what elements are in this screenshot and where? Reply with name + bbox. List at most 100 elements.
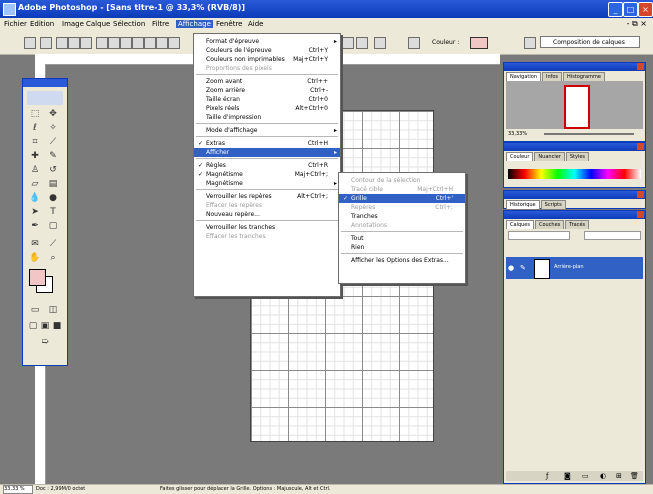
workspace-dropdown[interactable]: Composition de calques — [540, 36, 640, 48]
menu-item-afficher-les-options-des-extras[interactable]: Afficher les Options des Extras... — [339, 256, 465, 265]
menu-item-extras[interactable]: ✓ Extras Ctrl+H — [194, 139, 340, 148]
maximize-button[interactable]: □ — [623, 2, 638, 17]
crop-tool-icon[interactable]: ⌗ — [27, 137, 43, 147]
blur-tool-icon[interactable]: 💧 — [27, 193, 43, 203]
trash-icon[interactable]: 🗑 — [630, 472, 639, 480]
pen-tool-icon[interactable]: ✒ — [27, 221, 43, 231]
transform-controls-icon[interactable] — [342, 37, 354, 49]
color-panel-caption[interactable] — [504, 143, 645, 151]
tab-infos[interactable]: Infos — [541, 72, 563, 81]
menu-item-nouveau-repere[interactable]: Nouveau repère... — [194, 210, 340, 219]
menu-item-tout[interactable]: Tout — [339, 234, 465, 243]
type-tool-icon[interactable]: T — [45, 207, 61, 217]
menu-fenetre[interactable]: Fenêtre — [216, 20, 242, 28]
zoom-tool-icon[interactable]: ⌕ — [45, 253, 61, 263]
path-selection-tool-icon[interactable]: ➤ — [27, 207, 43, 217]
close-icon[interactable] — [637, 63, 644, 70]
quick-mask-mode-icon[interactable]: ◫ — [45, 305, 61, 315]
menu-item-proportions-des-pixels[interactable]: Proportions des pixels — [194, 64, 340, 73]
menu-item-verrouiller-les-reperes[interactable]: Verrouiller les repères Alt+Ctrl+; — [194, 192, 340, 201]
menu-item-effacer-les-reperes[interactable]: Effacer les repères — [194, 201, 340, 210]
menu-item-reperes[interactable]: Repères Ctrl+; — [339, 203, 465, 212]
new-set-icon[interactable]: ▭ — [582, 472, 589, 480]
tab-calques[interactable]: Calques — [506, 220, 534, 229]
tab-styles[interactable]: Styles — [565, 152, 590, 161]
notes-tool-icon[interactable]: ✉ — [27, 239, 43, 249]
navigator-preview[interactable] — [506, 81, 643, 129]
align-right-icon[interactable] — [80, 37, 92, 49]
fill-color-swatch[interactable] — [470, 37, 488, 49]
tab-scripts[interactable]: Scripts — [540, 200, 566, 209]
close-icon[interactable] — [637, 143, 644, 150]
menu-item-taille-ecran[interactable]: Taille écran Ctrl+0 — [194, 95, 340, 104]
tab-histogramme[interactable]: Histogramme — [563, 72, 605, 81]
menu-filtre[interactable]: Filtre — [152, 20, 169, 28]
distribute-middle-icon[interactable] — [108, 37, 120, 49]
menu-item-zoom-arriere[interactable]: Zoom arrière Ctrl+- — [194, 86, 340, 95]
move-tool-preset-icon[interactable] — [24, 37, 36, 49]
eraser-tool-icon[interactable]: ▱ — [27, 179, 43, 189]
clone-stamp-tool-icon[interactable]: ♙ — [27, 165, 43, 175]
distribute-left-icon[interactable] — [132, 37, 144, 49]
layer-mask-icon[interactable]: ◙ — [564, 472, 571, 480]
distribute-center-icon[interactable] — [144, 37, 156, 49]
magic-wand-tool-icon[interactable]: ✧ — [45, 123, 61, 133]
tab-nuancier[interactable]: Nuancier — [534, 152, 565, 161]
layer-style-icon[interactable]: ƒ — [546, 472, 548, 480]
align-left-icon[interactable] — [56, 37, 68, 49]
menu-item-contour-de-la-selection[interactable]: Contour de la sélection — [339, 176, 465, 185]
adjustment-layer-icon[interactable]: ◐ — [600, 472, 606, 480]
layers-panel-caption[interactable] — [504, 211, 645, 219]
distribute-right-icon[interactable] — [156, 37, 168, 49]
menu-item-format-d-epreuve[interactable]: Format d'épreuve ▸ — [194, 37, 340, 46]
navigator-panel-caption[interactable] — [504, 63, 645, 71]
menu-item-pixels-reels[interactable]: Pixels réels Alt+Ctrl+0 — [194, 104, 340, 113]
full-screen-mode-icon[interactable]: ■ — [49, 321, 65, 331]
menu-item-magnetisme[interactable]: Magnétisme ▸ — [194, 179, 340, 188]
menu-item-afficher[interactable]: Afficher ▸ — [194, 148, 340, 157]
lock-options[interactable] — [508, 242, 638, 249]
foreground-color-swatch[interactable] — [29, 269, 46, 286]
menu-calque[interactable]: Calque — [86, 20, 110, 28]
jump-to-imageready-icon[interactable]: ➯ — [27, 337, 63, 347]
menu-item-grille[interactable]: ✓ Grille Ctrl+' — [339, 194, 465, 203]
standard-mode-icon[interactable]: ▭ — [27, 305, 43, 315]
menu-image[interactable]: Image — [62, 20, 84, 28]
minimize-button[interactable]: _ — [608, 2, 623, 17]
menu-edition[interactable]: Edition — [30, 20, 54, 28]
tab-couleur[interactable]: Couleur — [506, 152, 534, 161]
style-icon[interactable] — [374, 37, 386, 49]
file-browser-icon[interactable] — [524, 37, 536, 49]
distribute-bottom-icon[interactable] — [120, 37, 132, 49]
menu-aide[interactable]: Aide — [248, 20, 263, 28]
distribute-top-icon[interactable] — [96, 37, 108, 49]
doc-window-controls[interactable]: - ⧉ × — [627, 19, 647, 29]
tab-couches[interactable]: Couches — [534, 220, 565, 229]
adobe-online-logo-icon[interactable] — [27, 91, 63, 105]
eyedropper-tool-icon[interactable]: ⟋ — [45, 239, 61, 249]
menu-item-effacer-les-tranches[interactable]: Effacer les tranches — [194, 232, 340, 241]
close-button[interactable]: × — [638, 2, 653, 17]
move-tool-icon[interactable]: ✥ — [45, 109, 61, 119]
navigator-zoom-value[interactable]: 33,33% — [508, 131, 527, 137]
menu-item-trace-cible[interactable]: Tracé cible Maj+Ctrl+H — [339, 185, 465, 194]
photoshop-app-icon[interactable] — [3, 3, 16, 16]
history-brush-tool-icon[interactable]: ↺ — [45, 165, 61, 175]
hand-tool-icon[interactable]: ✋ — [27, 253, 43, 263]
tab-navigation[interactable]: Navigation — [506, 72, 541, 81]
style-picker-icon[interactable] — [408, 37, 420, 49]
menu-item-mode-d-affichage[interactable]: Mode d'affichage ▸ — [194, 126, 340, 135]
shape-tool-icon[interactable]: ▢ — [45, 221, 61, 231]
marquee-tool-icon[interactable]: ⬚ — [27, 109, 43, 119]
tab-traces[interactable]: Tracés — [565, 220, 590, 229]
menu-selection[interactable]: Sélection — [113, 20, 145, 28]
new-layer-icon[interactable]: ⊞ — [616, 472, 622, 480]
auto-select-icon[interactable] — [40, 37, 52, 49]
toolbox-caption[interactable] — [23, 79, 67, 87]
menu-item-zoom-avant[interactable]: Zoom avant Ctrl++ — [194, 77, 340, 86]
blend-mode-dropdown[interactable] — [508, 231, 570, 240]
menu-item-annotations[interactable]: Annotations — [339, 221, 465, 230]
distribute-width-icon[interactable] — [168, 37, 180, 49]
color-ramp[interactable] — [508, 169, 641, 179]
history-panel-caption[interactable] — [504, 191, 645, 199]
